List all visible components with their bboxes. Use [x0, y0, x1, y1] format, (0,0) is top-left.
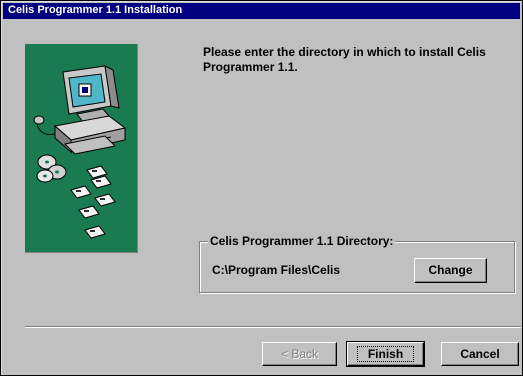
title-bar[interactable]: Celis Programmer 1.1 Installation — [3, 3, 520, 19]
install-instruction-text: Please enter the directory in which to i… — [203, 45, 486, 74]
installer-illustration — [25, 44, 138, 253]
directory-group-label: Celis Programmer 1.1 Directory: — [208, 234, 396, 248]
install-directory-path: C:\Program Files\Celis — [212, 263, 341, 277]
cancel-button[interactable]: Cancel — [441, 342, 519, 366]
button-separator — [25, 326, 521, 328]
computer-with-disks-icon — [33, 65, 127, 239]
change-directory-button[interactable]: Change — [414, 258, 487, 283]
finish-button-label: Finish — [356, 346, 415, 362]
window-title: Celis Programmer 1.1 Installation — [8, 4, 183, 16]
finish-button[interactable]: Finish — [346, 341, 425, 367]
installer-dialog: Celis Programmer 1.1 Installation Please… — [0, 0, 523, 376]
back-button[interactable]: < Back — [262, 342, 337, 366]
